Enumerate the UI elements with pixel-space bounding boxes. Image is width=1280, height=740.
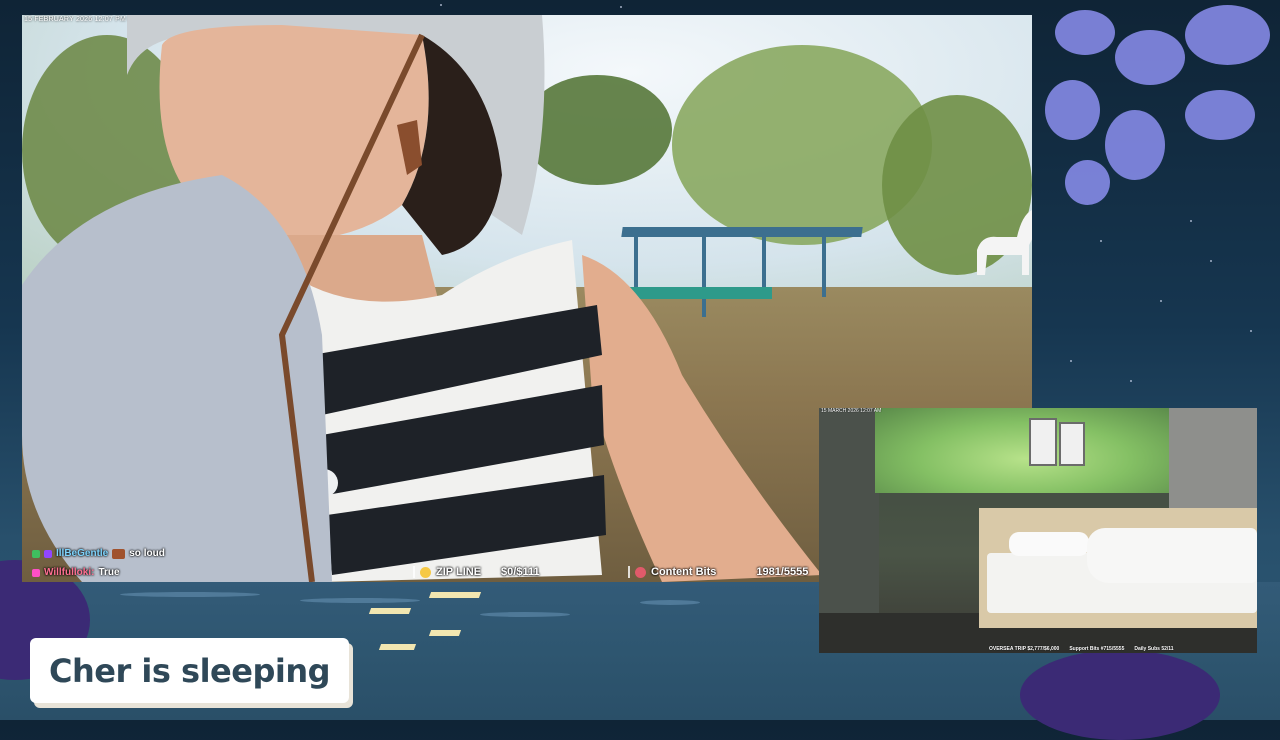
chat-message: Willfulloki: True bbox=[32, 563, 165, 582]
white-horse-statue bbox=[977, 210, 1032, 275]
picture-frame bbox=[1029, 418, 1057, 466]
bed-goal: Daily Subs 52/11 bbox=[1134, 646, 1174, 652]
status-text: Cher is sleeping bbox=[48, 651, 331, 690]
bedroom-camera-feed: 15 MARCH 2026 12:07 AM OVERSEA TRIP $2,7… bbox=[819, 408, 1257, 653]
goal-divider bbox=[628, 566, 630, 578]
bed-goal: OVERSEA TRIP $2,777/$6,000 bbox=[989, 646, 1060, 652]
bedroom-goals: OVERSEA TRIP $2,777/$6,000 Support Bits … bbox=[989, 646, 1174, 652]
status-card: Cher is sleeping bbox=[30, 638, 349, 703]
purple-hill-decoration bbox=[1020, 650, 1220, 740]
chat-username: Willfulloki: bbox=[44, 567, 95, 578]
chat-message-text: so loud bbox=[129, 548, 165, 559]
chat-message-text: True bbox=[98, 567, 120, 578]
streamer-person bbox=[22, 15, 822, 582]
goal-zip-line: ZIP LINE $0/$111 bbox=[413, 566, 540, 578]
main-camera-timestamp: 15 FEBRUARY 2026 12:07 PM bbox=[24, 16, 127, 23]
jacaranda-flowers-decoration bbox=[1035, 0, 1280, 220]
picture-frame bbox=[1059, 422, 1085, 466]
chat-badge-icon bbox=[44, 549, 52, 558]
goal-label: ZIP LINE bbox=[436, 566, 482, 578]
scream-emoji-icon bbox=[420, 566, 431, 578]
goal-content-bits: Content Bits 1981/5555 bbox=[628, 566, 808, 578]
bed-goal: Support Bits #715/5555 bbox=[1069, 646, 1125, 652]
chat-badge-icon bbox=[32, 568, 40, 577]
bed-duvet bbox=[1087, 528, 1257, 583]
chat-message: IllBeGentle so loud bbox=[32, 544, 165, 563]
chat-username: IllBeGentle bbox=[56, 548, 109, 559]
goal-value: 1981/5555 bbox=[756, 566, 809, 578]
bedroom-camera-timestamp: 15 MARCH 2026 12:07 AM bbox=[821, 408, 882, 414]
green-lit-wall bbox=[875, 408, 1175, 493]
chat-emote-icon bbox=[112, 548, 126, 559]
goal-value: $0/$111 bbox=[501, 566, 540, 578]
bed-pillow bbox=[1009, 532, 1089, 556]
chat-badge-icon bbox=[32, 549, 40, 558]
goal-label: Content Bits bbox=[651, 566, 717, 578]
heart-icon bbox=[635, 566, 646, 578]
chat-overlay: IllBeGentle so loud Willfulloki: True bbox=[32, 544, 165, 582]
goal-divider bbox=[413, 566, 415, 578]
